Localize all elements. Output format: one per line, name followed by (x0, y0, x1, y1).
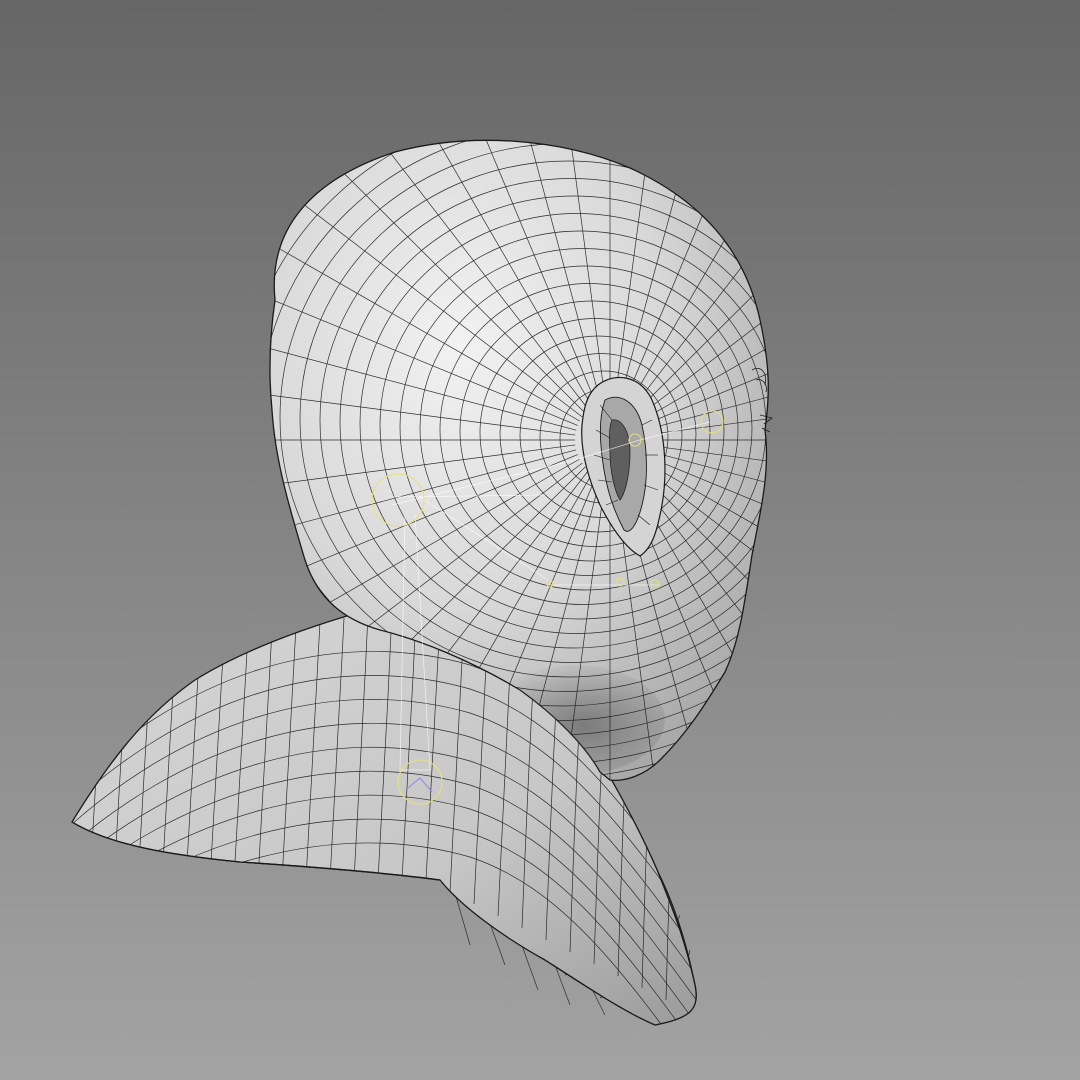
viewport-canvas[interactable] (0, 0, 1080, 1080)
3d-viewport[interactable] (0, 0, 1080, 1080)
